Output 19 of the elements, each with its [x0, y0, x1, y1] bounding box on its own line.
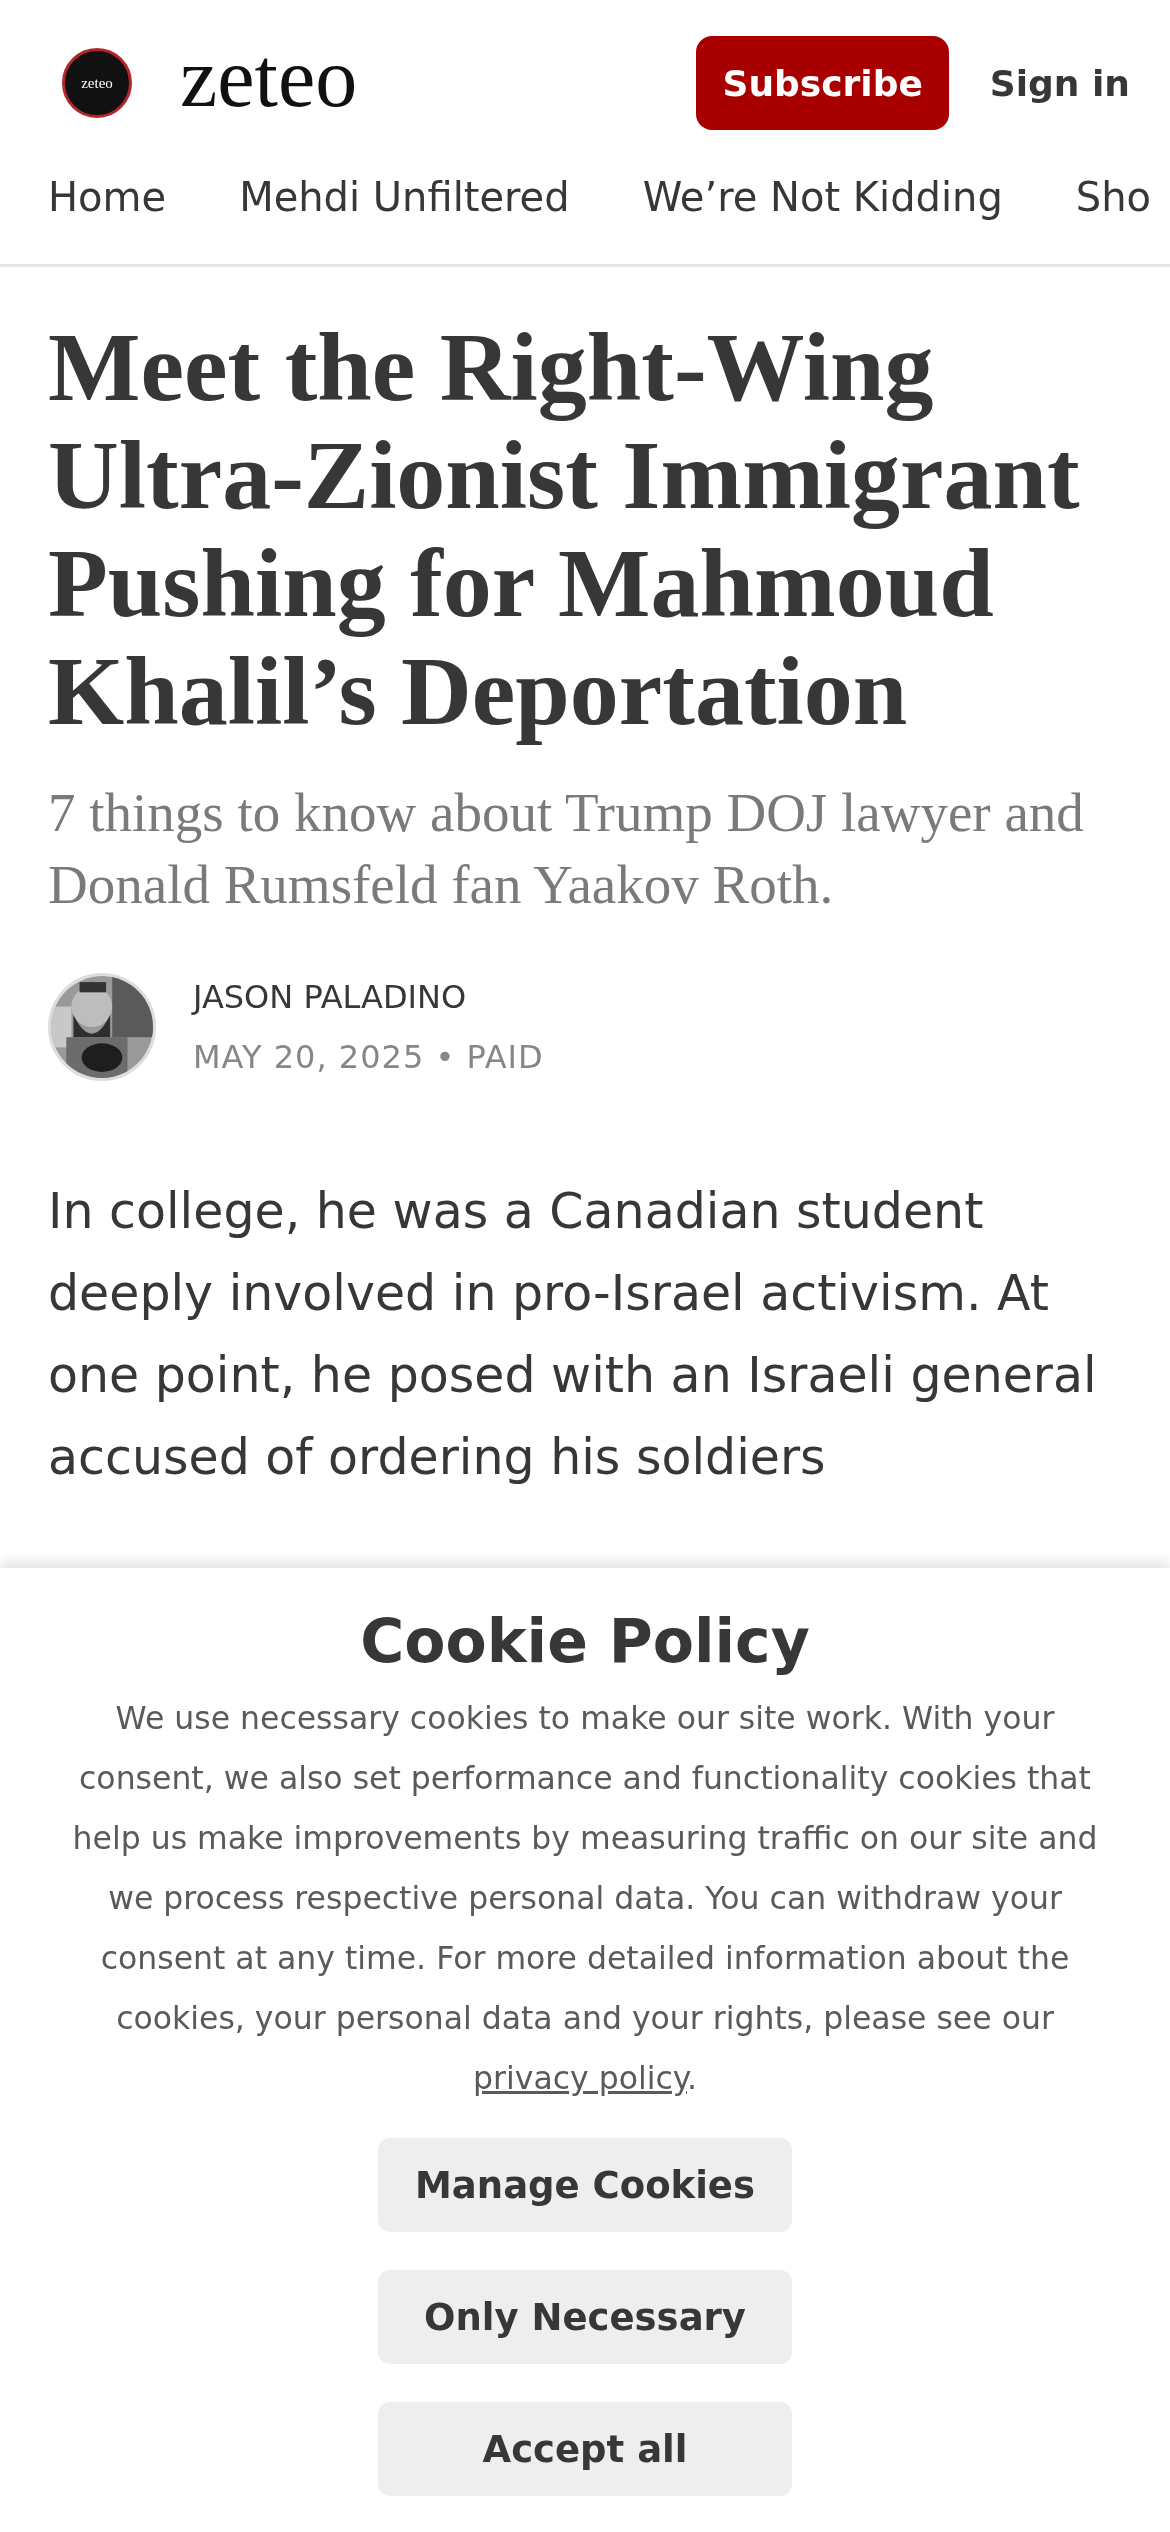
article-title: Meet the Right-Wing Ultra-Zionist Immigrant Pushing for Mahmoud Khalil’s Deportation: [48, 313, 1081, 745]
nav-link[interactable]: We’re Not Kidding: [642, 174, 1003, 220]
privacy-policy-link[interactable]: privacy policy: [473, 2060, 687, 2096]
author-name[interactable]: JASON PALADINO: [193, 978, 544, 1016]
sign-in-link[interactable]: Sign in: [989, 62, 1130, 104]
nav-link[interactable]: Sho: [1075, 174, 1152, 220]
subscribe-button[interactable]: Subscribe: [696, 36, 949, 130]
post-date: MAY 20, 2025 • PAID: [193, 1038, 544, 1076]
cookie-title: Cookie Policy: [360, 1606, 810, 1676]
nav-link[interactable]: Mehdi Unfiltered: [239, 174, 570, 220]
article-paragraph: In college, he was a Canadian student deeply involved in pro-Israel activism. At one point, he posed with an Israeli general accused of ordering his soldiers: [48, 1182, 1098, 1488]
article-subtitle: 7 things to know about Trump DOJ lawyer and Donald Rumsfeld fan Yaakov Roth.: [48, 781, 1085, 917]
cookie-button[interactable]: Accept all: [378, 2402, 792, 2496]
cookie-text: We use necessary cookies to make our site work. With your consent, we also set performance and functionality cookies that help us make improvements by measuring traffic on our site and we process respective personal data. You can withdraw your consent at any time. For more detailed information about the cookies, your personal data and your rights, please see our privacy policy.: [71, 1699, 1099, 2098]
nav-link[interactable]: Home: [48, 174, 167, 220]
cookie-button[interactable]: Only Necessary: [378, 2270, 792, 2364]
logo-badge[interactable]: zeteo: [62, 48, 132, 118]
cookie-button[interactable]: Manage Cookies: [378, 2138, 792, 2232]
wordmark[interactable]: zeteo: [180, 36, 358, 120]
